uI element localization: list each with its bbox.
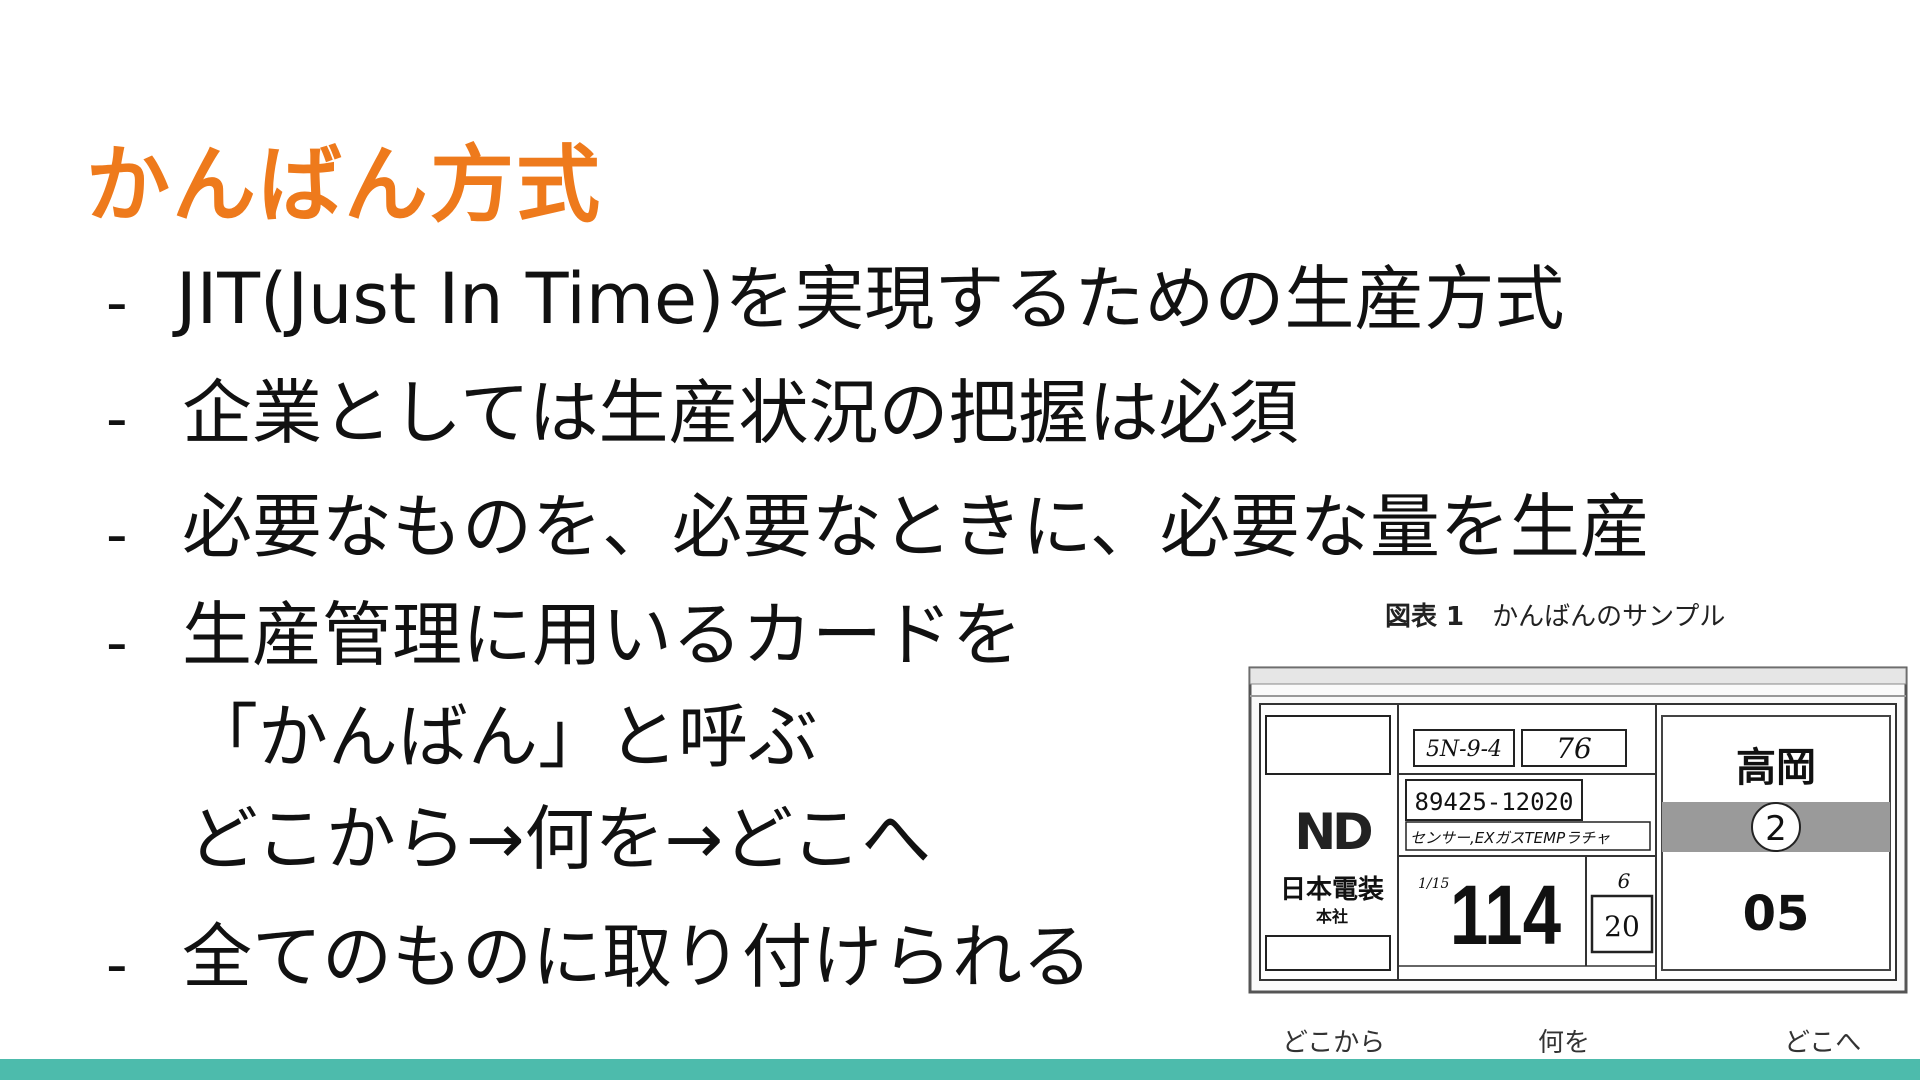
bullet-text: 全てのものに取り付けられる <box>182 916 1092 998</box>
kanban-box2: 76 <box>1556 732 1592 765</box>
part-number: 89425-12020 <box>1415 788 1574 816</box>
bullet-text: 必要なものを、必要なときに、必要な量を生産 <box>182 486 1650 568</box>
bullet-continuation: どこから→何を→どこへ <box>188 798 932 880</box>
company-logo: ND <box>1294 803 1371 861</box>
slide-title: かんばん方式 <box>86 136 603 234</box>
kanban-box1: 5N-9-4 <box>1426 737 1502 762</box>
bullet-text: 企業としては生産状況の把握は必須 <box>182 372 1299 454</box>
company-name: 日本電装 <box>1280 875 1384 905</box>
kanban-destination: 高岡 <box>1736 745 1816 791</box>
figure-label-from: どこから <box>1282 1028 1386 1058</box>
bullet-dash: - <box>106 384 128 454</box>
figure-label-what: 何を <box>1538 1028 1591 1058</box>
bullet-dash: - <box>106 500 128 570</box>
figure-caption-text: かんばんのサンプル <box>1492 602 1726 632</box>
kanban-small-label: 1/15 <box>1418 876 1450 892</box>
bullet-dash: - <box>106 608 128 678</box>
bottom-accent-bar <box>0 1059 1920 1080</box>
kanban-dest-number: 2 <box>1765 809 1787 849</box>
slide: かんばん方式 - JIT(Just In Time)を実現するための生産方式 -… <box>0 0 1920 1080</box>
bullet-continuation: 「かんばん」と呼ぶ <box>188 696 818 778</box>
bullet-dash: - <box>106 268 128 338</box>
bullet-dash: - <box>106 930 128 1000</box>
part-name: センサー,EXガスTEMPラチャ <box>1410 829 1610 847</box>
figure-caption: 図表 1 かんばんのサンプル <box>1385 596 1725 633</box>
company-branch: 本社 <box>1316 907 1348 926</box>
bullet-text: JIT(Just In Time)を実現するための生産方式 <box>176 258 1565 340</box>
figure-caption-label: 図表 1 <box>1385 602 1465 632</box>
kanban-small-value-top: 6 <box>1618 869 1631 893</box>
kanban-card-image: ND 日本電装 本社 5N-9-4 76 89425-12020 センサー,EX… <box>1248 666 1908 994</box>
figure-label-to: どこへ <box>1784 1028 1862 1058</box>
bullet-text: 生産管理に用いるカードを <box>182 594 1022 676</box>
kanban-dest-code: 05 <box>1743 886 1810 942</box>
kanban-quantity: 114 <box>1450 869 1561 963</box>
kanban-small-value-bottom: 20 <box>1604 910 1640 943</box>
